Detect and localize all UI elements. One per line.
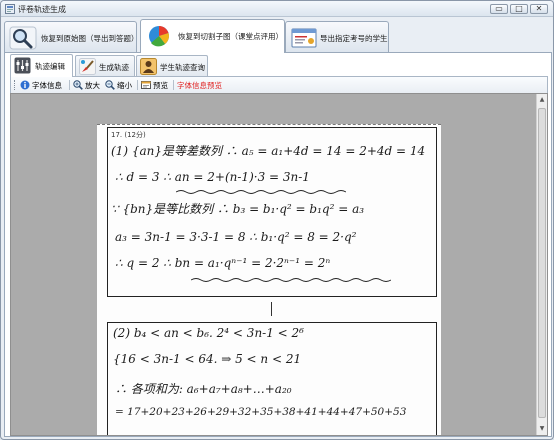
handwriting-line: {16 < 3n-1 < 64. ⇒ 5 < n < 21 bbox=[113, 352, 302, 366]
handwriting-line: (2) b₄ < an < b₆. 2⁴ < 3n-1 < 2⁶ bbox=[113, 326, 304, 340]
handwriting-line: ∴ d = 3 ∴ an = 2+(n-1)·3 = 3n-1 bbox=[115, 170, 310, 184]
scroll-down-icon[interactable]: ▼ bbox=[538, 425, 546, 433]
subtab-generate-track[interactable]: 生成轨迹 bbox=[75, 55, 135, 76]
close-icon: ✕ bbox=[535, 4, 543, 13]
toolbar-grip[interactable] bbox=[14, 80, 16, 90]
tab-export-student[interactable]: 导出指定考号的学生 bbox=[285, 21, 389, 52]
handwriting-line: a₃ = 3n-1 = 3·3-1 = 8 ∴ b₁·q² = 8 = 2·q² bbox=[115, 230, 357, 244]
underline-squiggle bbox=[176, 190, 346, 194]
preview-icon bbox=[141, 81, 151, 89]
zoom-in-label: 放大 bbox=[85, 81, 100, 90]
font-preview-button[interactable]: 字体信息预览 bbox=[177, 79, 232, 91]
font-info-button[interactable]: 字体信息 bbox=[20, 79, 72, 91]
handwriting-line: ∴ q = 2 ∴ bn = a₁·qⁿ⁻¹ = 2·2ⁿ⁻¹ = 2ⁿ bbox=[115, 256, 331, 270]
toolbar-separator bbox=[137, 80, 138, 90]
toolbar-separator bbox=[69, 80, 70, 90]
handwriting-line: ∵ {bn}是等比数列 ∴ b₃ = b₁·q² = b₁q² = a₃ bbox=[111, 202, 365, 216]
main-window: 评卷轨迹生成 ▭ □ ✕ 恢复到原始图（导出到答题） 恢复到切割子图（课堂点评用… bbox=[0, 0, 554, 440]
minimize-icon: ▭ bbox=[495, 4, 503, 13]
info-icon bbox=[20, 80, 30, 90]
zoom-in-icon bbox=[73, 80, 83, 90]
pie-chart-icon bbox=[149, 26, 169, 47]
window-title: 评卷轨迹生成 bbox=[18, 5, 66, 14]
maximize-button[interactable]: □ bbox=[510, 4, 528, 14]
main-tab-bar: 恢复到原始图（导出到答题） 恢复到切割子图（课堂点评用） 导出指定考号的学生 bbox=[4, 19, 552, 53]
divider-mark bbox=[271, 302, 272, 316]
zoom-out-label: 缩小 bbox=[117, 81, 132, 90]
handwriting-line: (1) {an}是等差数列 ∴ a₅ = a₁+4d = 14 = 2+4d =… bbox=[111, 144, 426, 158]
content-panel: 轨迹编辑 生成轨迹 学生轨迹查询 字体信息 放大 缩小 预览 字体信息预览 17… bbox=[4, 53, 552, 437]
student-icon bbox=[140, 58, 157, 75]
font-preview-label: 字体信息预览 bbox=[177, 81, 222, 90]
magnifier-icon bbox=[9, 26, 37, 50]
scroll-thumb[interactable] bbox=[538, 108, 546, 418]
toolbar-separator bbox=[173, 80, 174, 90]
maximize-icon: □ bbox=[515, 4, 523, 13]
zoom-out-icon bbox=[105, 80, 115, 90]
tab-restore-original[interactable]: 恢复到原始图（导出到答题） bbox=[4, 21, 139, 52]
subtab-student-query[interactable]: 学生轨迹查询 bbox=[136, 55, 208, 76]
tab-restore-original-label: 恢复到原始图（导出到答题） bbox=[41, 34, 139, 43]
subtab-student-query-label: 学生轨迹查询 bbox=[160, 63, 205, 72]
brush-icon bbox=[79, 58, 96, 75]
tab-restore-cut-label: 恢复到切割子图（课堂点评用） bbox=[178, 32, 283, 41]
close-button[interactable]: ✕ bbox=[530, 4, 548, 14]
minimize-button[interactable]: ▭ bbox=[490, 4, 508, 14]
zoom-in-button[interactable]: 放大 bbox=[73, 79, 103, 91]
underline-squiggle bbox=[191, 278, 391, 282]
certificate-icon bbox=[291, 28, 317, 48]
tab-export-student-label: 导出指定考号的学生 bbox=[320, 34, 388, 43]
preview-label: 预览 bbox=[153, 81, 168, 90]
subtab-track-edit[interactable]: 轨迹编辑 bbox=[10, 54, 73, 77]
question-number: 17. (12分) bbox=[111, 131, 146, 139]
zoom-out-button[interactable]: 缩小 bbox=[105, 79, 135, 91]
subtab-generate-track-label: 生成轨迹 bbox=[99, 63, 129, 72]
handwriting-line: = 17+20+23+26+29+32+35+38+41+44+47+50+53 bbox=[115, 406, 407, 418]
image-viewer[interactable]: 17. (12分) (1) {an}是等差数列 ∴ a₅ = a₁+4d = 1… bbox=[10, 93, 548, 436]
font-info-label: 字体信息 bbox=[32, 81, 62, 90]
tab-restore-cut[interactable]: 恢复到切割子图（课堂点评用） bbox=[140, 19, 285, 53]
vertical-scrollbar[interactable]: ▲ ▼ bbox=[536, 94, 547, 435]
title-bar: 评卷轨迹生成 ▭ □ ✕ bbox=[1, 1, 553, 17]
handwriting-line: ∴ 各项和为: a₆+a₇+a₈+…+a₂₀ bbox=[115, 382, 292, 396]
preview-button[interactable]: 预览 bbox=[141, 79, 171, 91]
toolbar: 字体信息 放大 缩小 预览 字体信息预览 bbox=[10, 77, 548, 93]
app-icon bbox=[5, 4, 15, 14]
subtab-track-edit-label: 轨迹编辑 bbox=[35, 62, 65, 71]
sliders-icon bbox=[14, 57, 31, 74]
paper-edge bbox=[97, 124, 441, 125]
scroll-up-icon[interactable]: ▲ bbox=[538, 96, 546, 104]
